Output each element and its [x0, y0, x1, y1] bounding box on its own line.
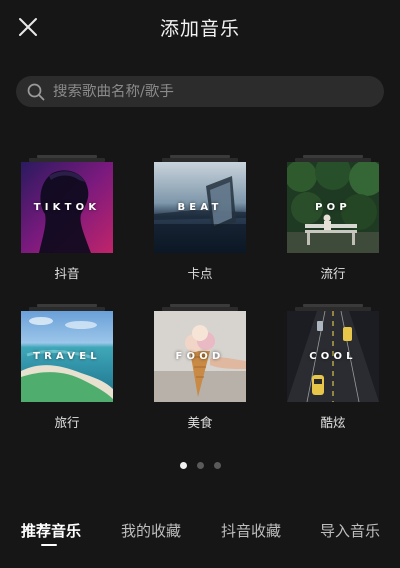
- page-dot-active[interactable]: [179, 462, 187, 469]
- cover-text: TRAVEL: [33, 351, 101, 362]
- cover-text: TIKTOK: [33, 202, 101, 213]
- page-title: 添加音乐: [159, 18, 240, 40]
- search-input[interactable]: [53, 83, 384, 100]
- page-dot[interactable]: [213, 462, 221, 469]
- category-label: 美食: [187, 415, 213, 430]
- add-music-screen: 添加音乐 搜索歌曲名称/歌手 TIKTOK 抖音 BEAT 卡点 POP 流行 …: [0, 0, 400, 568]
- bottom-tab-bar: 推荐音乐 我的收藏 抖音收藏 导入音乐: [0, 506, 400, 568]
- active-tab-indicator: [41, 544, 57, 546]
- header: 添加音乐: [0, 0, 400, 54]
- search-bar[interactable]: [16, 76, 384, 107]
- cover-text: BEAT: [177, 202, 223, 213]
- page-dot[interactable]: [196, 462, 204, 469]
- category-cover: FOOD: [154, 311, 246, 402]
- category-label: 旅行: [54, 415, 80, 430]
- tab-recommended-music[interactable]: 推荐音乐: [21, 520, 81, 541]
- tab-import-music[interactable]: 导入音乐: [320, 520, 380, 541]
- tab-my-favorites[interactable]: 我的收藏: [121, 520, 181, 541]
- category-label: 抖音: [54, 266, 80, 281]
- cover-text: COOL: [309, 351, 357, 362]
- category-cover: TRAVEL: [21, 311, 113, 402]
- category-cover: POP: [287, 162, 379, 253]
- category-cover: BEAT: [154, 162, 246, 253]
- tab-douyin-favorites[interactable]: 抖音收藏: [221, 520, 281, 541]
- cover-text: FOOD: [175, 351, 225, 362]
- page-indicator: [0, 462, 400, 469]
- category-label: 流行: [320, 266, 346, 281]
- category-cover: COOL: [287, 311, 379, 402]
- search-icon: [27, 83, 45, 100]
- cover-text: POP: [315, 202, 351, 213]
- category-cover: TIKTOK: [21, 162, 113, 253]
- category-label: 卡点: [187, 266, 213, 281]
- category-label: 酷炫: [320, 415, 346, 430]
